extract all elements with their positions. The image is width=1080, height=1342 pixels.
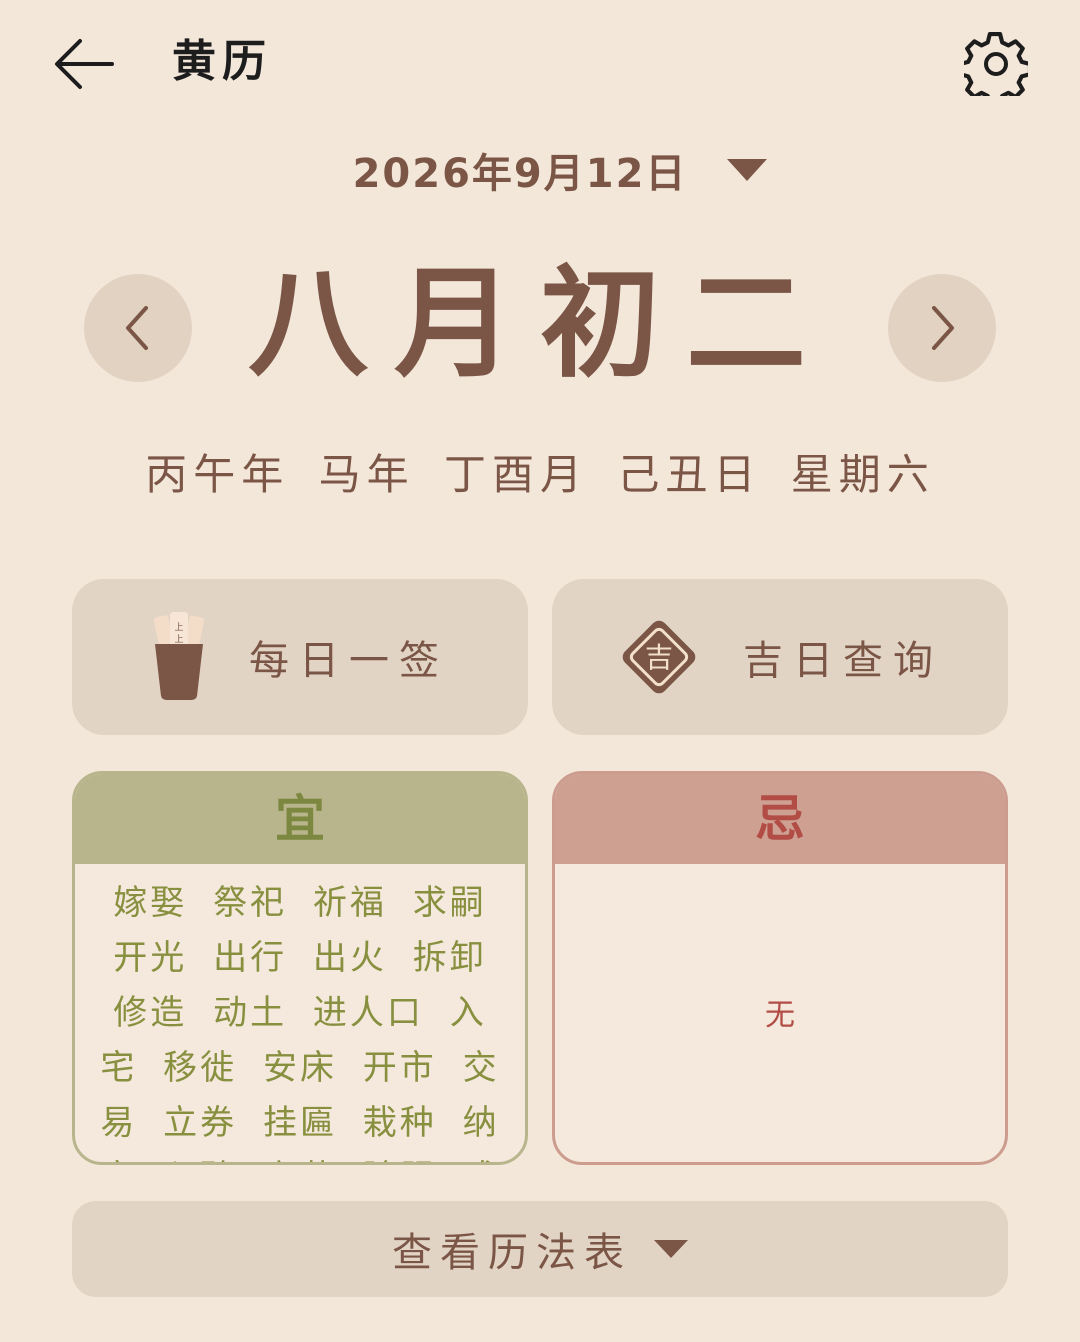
top-bar: 黄历: [0, 0, 1080, 130]
view-calendar-table-label: 查看历法表: [392, 1230, 632, 1276]
suitable-title: 宜: [75, 774, 525, 864]
svg-text:上: 上: [174, 634, 183, 645]
arrow-left-icon: [55, 39, 114, 89]
lucky-day-query-label: 吉日查询: [743, 638, 943, 684]
avoid-activities-list: 无: [765, 998, 795, 1033]
page-title: 黄历: [172, 36, 272, 87]
avoid-title: 忌: [555, 774, 1005, 864]
fortune-sticks-icon: 上 上: [153, 612, 205, 700]
lucky-diamond-icon: 吉: [622, 620, 696, 694]
lunar-date: 八月初二: [248, 255, 832, 394]
next-day-button[interactable]: [888, 274, 996, 382]
lucky-day-query-button[interactable]: 吉 吉日查询: [552, 579, 1008, 735]
selected-date: 2026年9月12日: [352, 151, 688, 197]
settings-button[interactable]: [956, 24, 1036, 104]
daily-fortune-label: 每日一签: [249, 638, 449, 684]
svg-text:吉: 吉: [645, 641, 673, 674]
view-calendar-table-button[interactable]: 查看历法表: [72, 1201, 1008, 1297]
chevron-right-icon: [932, 306, 954, 350]
gear-icon: [964, 32, 1028, 96]
avoid-activities-panel: 忌 无: [552, 771, 1008, 1165]
caret-down-icon: [727, 159, 768, 181]
suitable-activities-list: 嫁娶 祭祀 祈福 求嗣 开光 出行 出火 拆卸 修造 动土 进人口 入宅 移徙 …: [100, 883, 500, 1162]
ganzhi-date-line: 丙午年 马年 丁酉月 己丑日 星期六: [145, 450, 935, 499]
daily-fortune-button[interactable]: 上 上 每日一签: [72, 579, 528, 735]
chevron-left-icon: [126, 306, 148, 350]
back-button[interactable]: [40, 24, 128, 104]
suitable-activities-panel: 宜 嫁娶 祭祀 祈福 求嗣 开光 出行 出火 拆卸 修造 动土 进人口 入宅 移…: [72, 771, 528, 1165]
svg-text:上: 上: [174, 622, 183, 633]
date-picker[interactable]: 2026年9月12日: [340, 132, 780, 208]
caret-down-icon: [654, 1240, 688, 1258]
previous-day-button[interactable]: [84, 274, 192, 382]
